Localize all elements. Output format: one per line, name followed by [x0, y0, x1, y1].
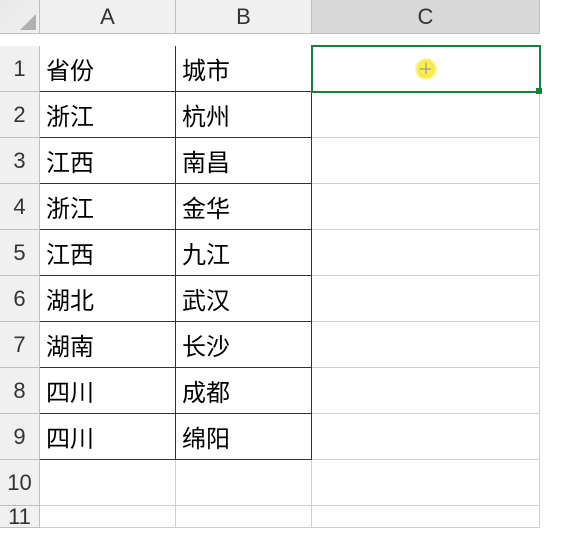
spreadsheet-grid[interactable]: A B C 1 省份 城市 2 浙江 杭州 3 江西 南昌 4 浙江 金华 5 …	[0, 0, 580, 552]
cell-c4[interactable]	[312, 184, 540, 230]
cell-b3[interactable]: 南昌	[176, 138, 312, 184]
cell-c1[interactable]	[312, 46, 540, 92]
row-header-4[interactable]: 4	[0, 184, 40, 230]
row-header-6[interactable]: 6	[0, 276, 40, 322]
cell-a10[interactable]	[40, 460, 176, 506]
cell-b6[interactable]: 武汉	[176, 276, 312, 322]
row-header-8[interactable]: 8	[0, 368, 40, 414]
cell-a8[interactable]: 四川	[40, 368, 176, 414]
cell-b7[interactable]: 长沙	[176, 322, 312, 368]
cell-a6[interactable]: 湖北	[40, 276, 176, 322]
cell-a7[interactable]: 湖南	[40, 322, 176, 368]
cell-c7[interactable]	[312, 322, 540, 368]
row-header-2[interactable]: 2	[0, 92, 40, 138]
row-header-9[interactable]: 9	[0, 414, 40, 460]
row-header-7[interactable]: 7	[0, 322, 40, 368]
cell-a9[interactable]: 四川	[40, 414, 176, 460]
cell-b10[interactable]	[176, 460, 312, 506]
col-header-a[interactable]: A	[40, 0, 176, 34]
cell-b5[interactable]: 九江	[176, 230, 312, 276]
cell-a2[interactable]: 浙江	[40, 92, 176, 138]
col-header-b[interactable]: B	[176, 0, 312, 34]
cell-a1[interactable]: 省份	[40, 46, 176, 92]
select-all-corner[interactable]	[0, 0, 40, 34]
cursor-crosshair-icon	[415, 58, 437, 80]
row-header-3[interactable]: 3	[0, 138, 40, 184]
row-header-10[interactable]: 10	[0, 460, 40, 506]
cell-c10[interactable]	[312, 460, 540, 506]
cell-b4[interactable]: 金华	[176, 184, 312, 230]
cell-a4[interactable]: 浙江	[40, 184, 176, 230]
cell-b8[interactable]: 成都	[176, 368, 312, 414]
row-header-1[interactable]: 1	[0, 46, 40, 92]
cell-b1[interactable]: 城市	[176, 46, 312, 92]
cell-c9[interactable]	[312, 414, 540, 460]
cell-c5[interactable]	[312, 230, 540, 276]
cell-c8[interactable]	[312, 368, 540, 414]
cell-b2[interactable]: 杭州	[176, 92, 312, 138]
cell-a5[interactable]: 江西	[40, 230, 176, 276]
row-header-5[interactable]: 5	[0, 230, 40, 276]
cell-c2[interactable]	[312, 92, 540, 138]
cell-c6[interactable]	[312, 276, 540, 322]
cell-c3[interactable]	[312, 138, 540, 184]
cell-a3[interactable]: 江西	[40, 138, 176, 184]
cell-b9[interactable]: 绵阳	[176, 414, 312, 460]
col-header-c[interactable]: C	[312, 0, 540, 34]
